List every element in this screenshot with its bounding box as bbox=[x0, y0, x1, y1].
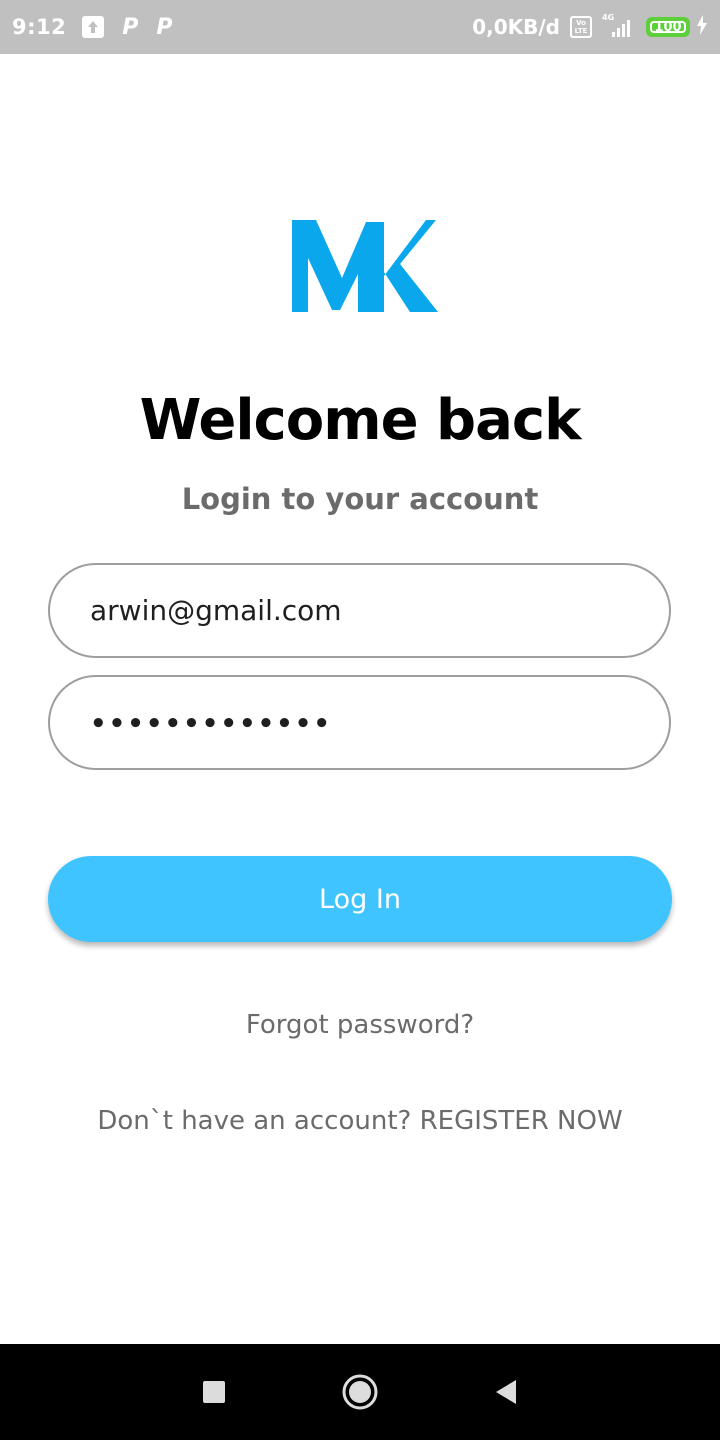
volte-icon: Vo LTE bbox=[570, 16, 592, 38]
recents-icon[interactable] bbox=[189, 1367, 239, 1417]
signal-bar bbox=[612, 32, 615, 37]
status-bar: 9:12 P P 0,0KB/d Vo LTE 4G 100 bbox=[0, 0, 720, 54]
signal-bar bbox=[617, 28, 620, 37]
email-field[interactable]: arwin@gmail.com bbox=[48, 563, 671, 658]
signal-bar bbox=[627, 20, 630, 37]
battery-icon: 100 bbox=[646, 17, 690, 37]
volte-label-top: Vo bbox=[576, 19, 586, 27]
password-value: ••••••••••••• bbox=[90, 708, 333, 739]
network-speed: 0,0KB/d bbox=[472, 15, 560, 39]
battery-level: 100 bbox=[650, 20, 686, 35]
login-button[interactable]: Log In bbox=[48, 856, 672, 942]
parking-icon: P bbox=[122, 14, 139, 40]
home-icon[interactable] bbox=[335, 1367, 385, 1417]
signal-bar bbox=[622, 24, 625, 37]
navigation-bar bbox=[0, 1344, 720, 1440]
network-type: 4G bbox=[602, 13, 615, 22]
charging-bolt-icon bbox=[696, 15, 708, 39]
signal-icon: 4G bbox=[602, 13, 636, 37]
page-title: Welcome back bbox=[139, 388, 582, 453]
status-time: 9:12 bbox=[12, 15, 67, 39]
mk-logo bbox=[288, 218, 440, 316]
email-value: arwin@gmail.com bbox=[90, 594, 342, 627]
status-bar-left: 9:12 P P bbox=[12, 15, 172, 40]
back-icon[interactable] bbox=[481, 1367, 531, 1417]
volte-label-bottom: LTE bbox=[574, 27, 588, 35]
password-field[interactable]: ••••••••••••• bbox=[48, 675, 671, 770]
upload-icon bbox=[82, 16, 105, 38]
parking-icon: P bbox=[156, 14, 173, 40]
register-link[interactable]: Don`t have an account? REGISTER NOW bbox=[0, 1106, 720, 1136]
forgot-password-link[interactable]: Forgot password? bbox=[0, 1010, 720, 1040]
login-button-label: Log In bbox=[319, 883, 401, 915]
status-bar-right: 0,0KB/d Vo LTE 4G 100 bbox=[472, 13, 708, 39]
page-subtitle: Login to your account bbox=[181, 482, 539, 516]
login-screen: 9:12 P P 0,0KB/d Vo LTE 4G 100 Welcome b… bbox=[0, 0, 720, 1440]
